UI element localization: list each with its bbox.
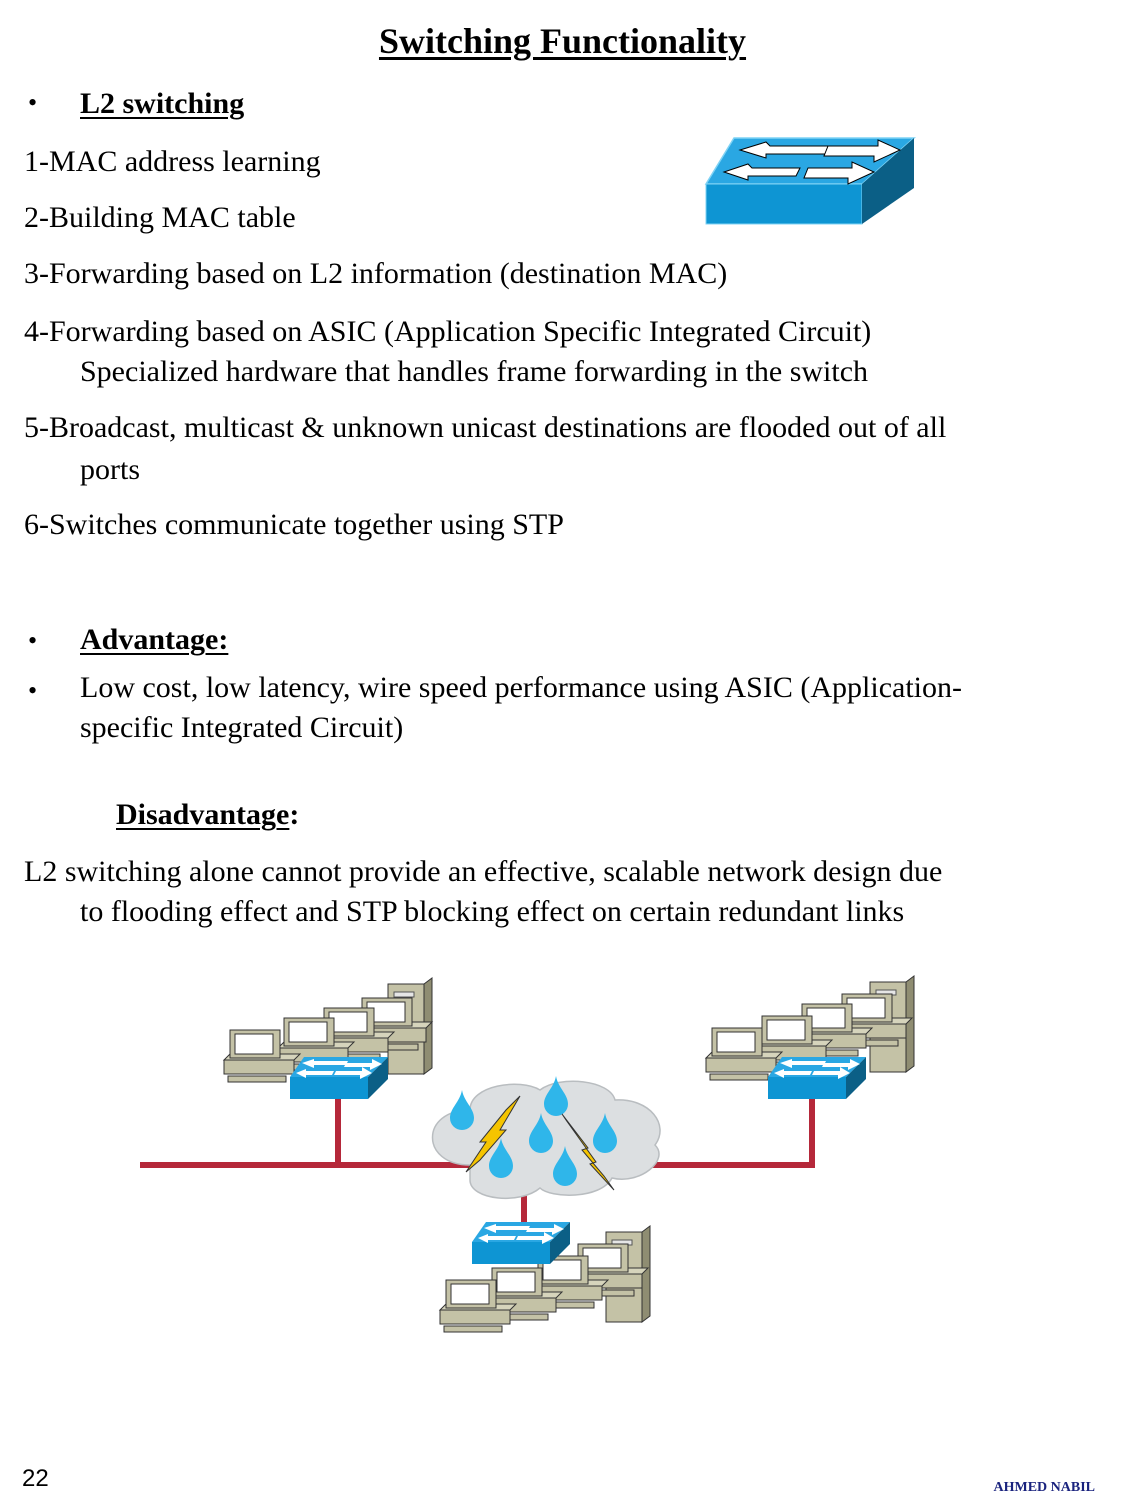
network-diagram <box>140 975 915 1333</box>
l2-switching-heading: L2 switching <box>80 87 245 120</box>
list-item-continuation: Specialized hardware that handles frame … <box>80 355 869 388</box>
disadvantage-label: Disadvantage <box>116 798 290 831</box>
switch-icon <box>704 137 916 225</box>
disadvantage-heading: Disadvantage: <box>116 795 299 835</box>
list-item: 2-Building MAC table <box>24 201 296 234</box>
advantage-text-continuation: specific Integrated Circuit) <box>80 711 404 744</box>
list-item: 5-Broadcast, multicast & unknown unicast… <box>24 411 947 444</box>
list-item: 6-Switches communicate together using ST… <box>24 508 564 541</box>
workstation-group-left <box>223 977 433 1099</box>
list-item: 1-MAC address learning <box>24 145 321 178</box>
list-item-continuation: ports <box>80 453 140 486</box>
bullet: • <box>28 626 38 655</box>
advantage-text: Low cost, low latency, wire speed perfor… <box>80 671 962 704</box>
bullet: • <box>28 88 38 117</box>
workstation-group-bottom <box>439 1222 651 1333</box>
page-title: Switching Functionality <box>378 21 747 61</box>
colon: : <box>289 798 300 831</box>
list-item: 3-Forwarding based on L2 information (de… <box>24 257 728 290</box>
author-label: AHMED NABIL <box>993 1480 1095 1495</box>
disadvantage-text: L2 switching alone cannot provide an eff… <box>24 855 943 888</box>
disadvantage-text-continuation: to flooding effect and STP blocking effe… <box>80 895 905 928</box>
advantage-heading: Advantage: <box>80 623 229 656</box>
workstation-group-right <box>705 975 915 1099</box>
bullet: • <box>28 676 38 705</box>
cloud-icon <box>431 1076 661 1200</box>
page-number: 22 <box>22 1465 49 1492</box>
list-item: 4-Forwarding based on ASIC (Application … <box>24 315 872 348</box>
